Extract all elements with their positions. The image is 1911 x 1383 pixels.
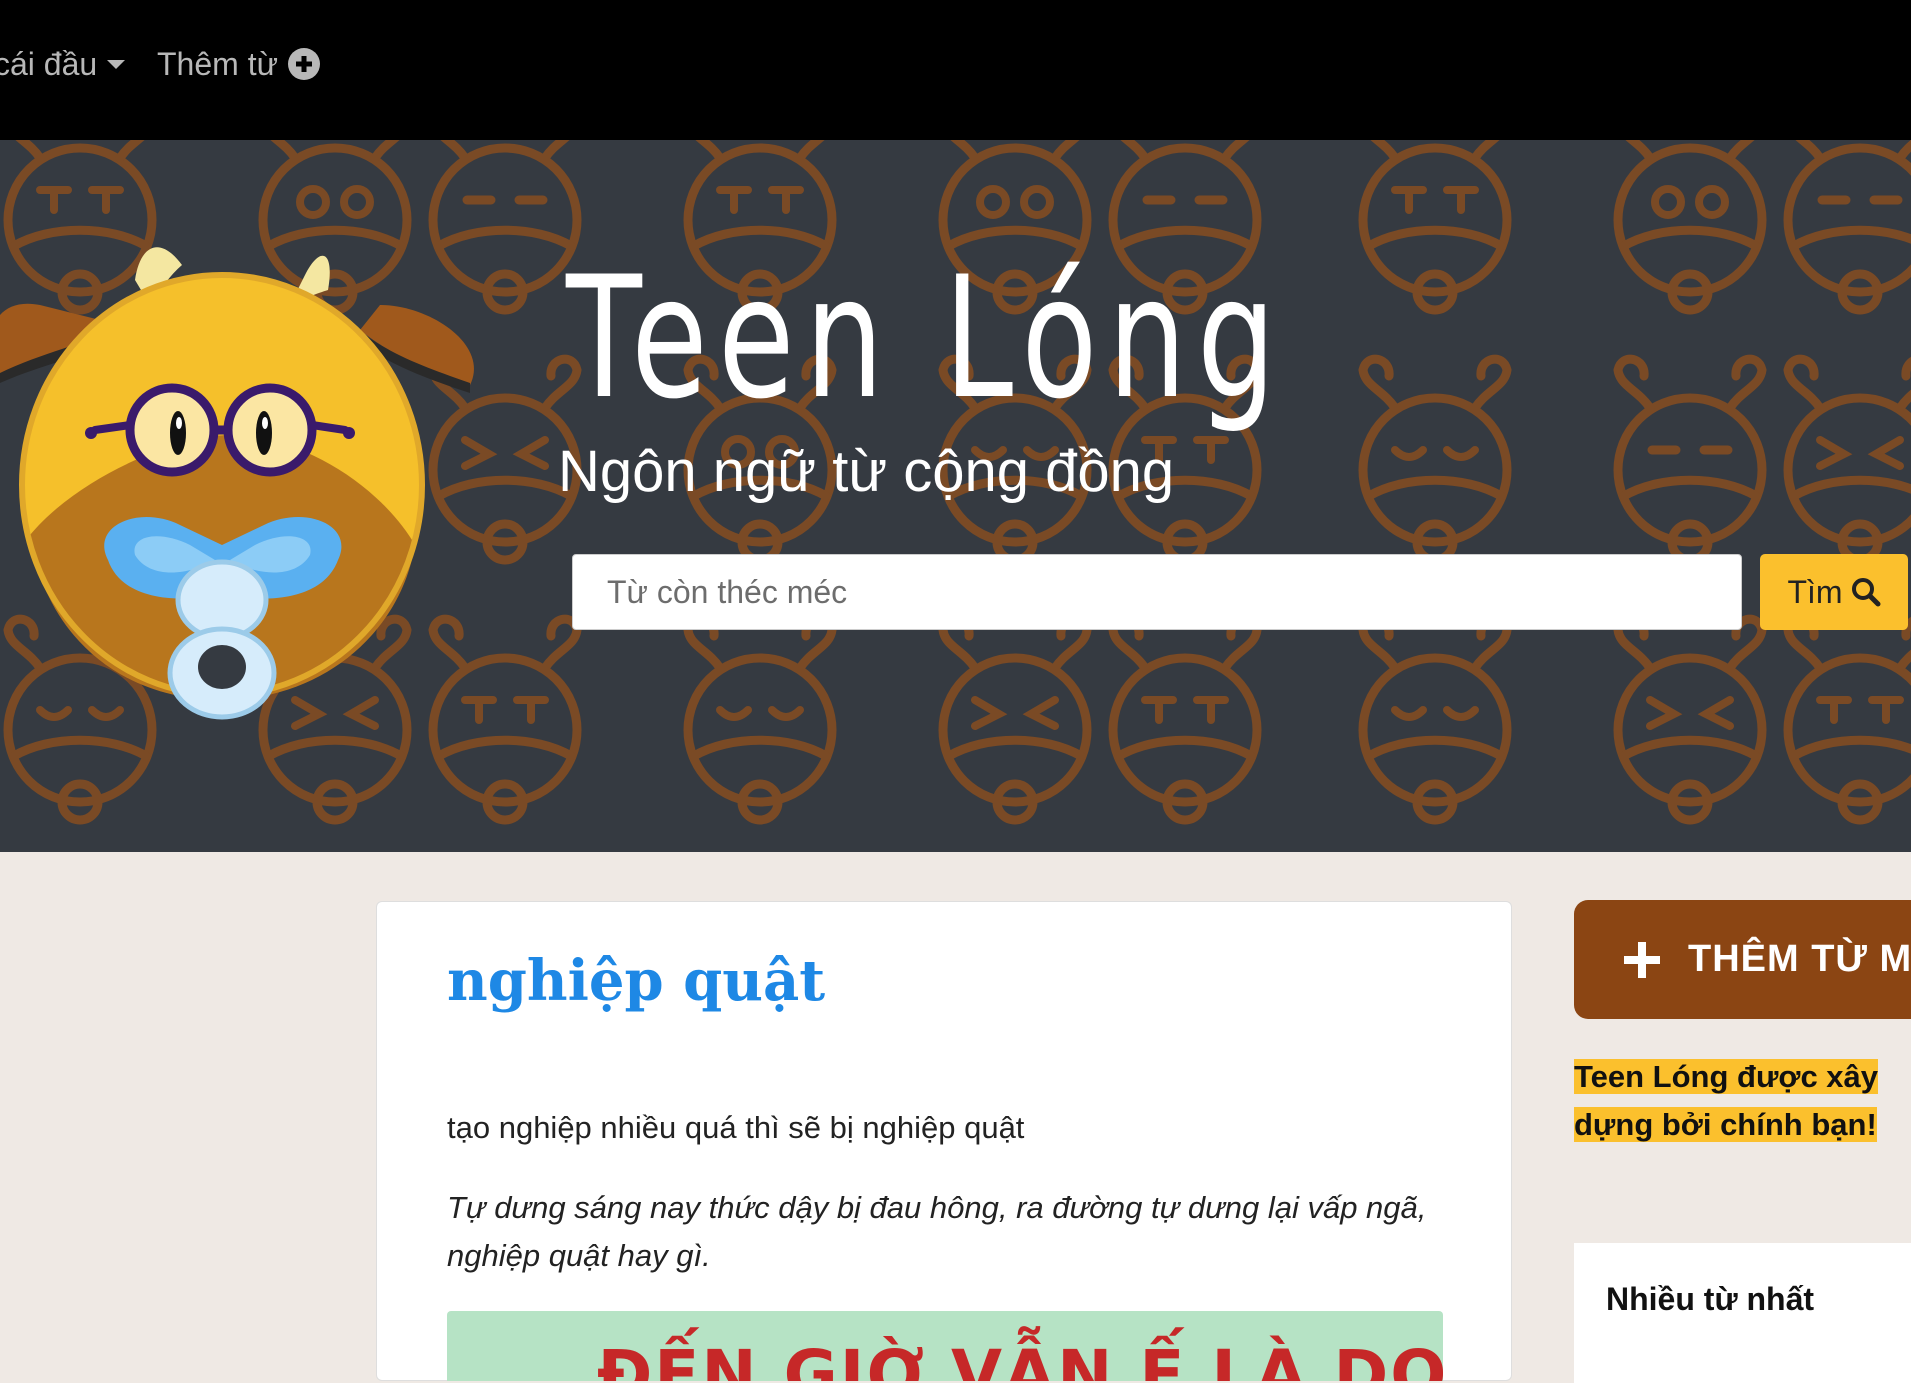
caret-down-icon <box>107 59 126 69</box>
add-new-word-button[interactable]: THÊM TỪ MỚI <box>1574 900 1911 1019</box>
top-words-title: Nhiều từ nhất <box>1606 1281 1815 1317</box>
search-icon <box>1851 578 1881 607</box>
plus-icon <box>1624 942 1660 978</box>
nav-item-label: Thêm từ <box>157 46 278 82</box>
meme-image: ĐẾN GIỜ VẪN Ế LÀ DO <box>447 1311 1443 1381</box>
search-button-label: Tìm <box>1787 573 1843 610</box>
promo-highlight: Teen Lóng được xây dựng bởi chính bạn! <box>1574 1059 1879 1142</box>
word-example: Tự dưng sáng nay thức dậy bị đau hông, r… <box>447 1190 1427 1273</box>
nav-item-add-word[interactable]: Thêm từ <box>157 44 320 84</box>
search-button[interactable]: Tìm <box>1760 554 1908 630</box>
hero-banner: Teen Lóng Ngôn ngữ từ cộng đồng Tìm <box>0 140 1911 852</box>
plus-circle-icon <box>288 48 320 80</box>
word-definition: tạo nghiệp nhiều quá thì sẽ bị nghiệp qu… <box>447 1110 1025 1145</box>
search-input[interactable] <box>572 554 1742 630</box>
site-logo-text: Teen Lóng <box>566 240 1287 436</box>
add-new-word-label: THÊM TỪ MỚI <box>1688 938 1911 980</box>
word-title-link[interactable]: nghiệp quật <box>447 946 825 1016</box>
top-words-card: Nhiều từ nhất <box>1574 1243 1911 1383</box>
community-promo-text: Teen Lóng được xây dựng bởi chính bạn! <box>1574 1053 1911 1149</box>
cow-mascot-logo <box>0 247 474 720</box>
meme-image-caption: ĐẾN GIỜ VẪN Ế LÀ DO <box>597 1336 1443 1381</box>
nav-item-dropdown[interactable]: cái đầu <box>0 44 126 84</box>
word-entry-card: nghiệp quật tạo nghiệp nhiều quá thì sẽ … <box>376 901 1512 1381</box>
nav-item-label: cái đầu <box>0 46 98 82</box>
site-tagline: Ngôn ngữ từ cộng đồng <box>558 439 1175 504</box>
top-navbar: cái đầu Thêm từ <box>0 0 1911 140</box>
